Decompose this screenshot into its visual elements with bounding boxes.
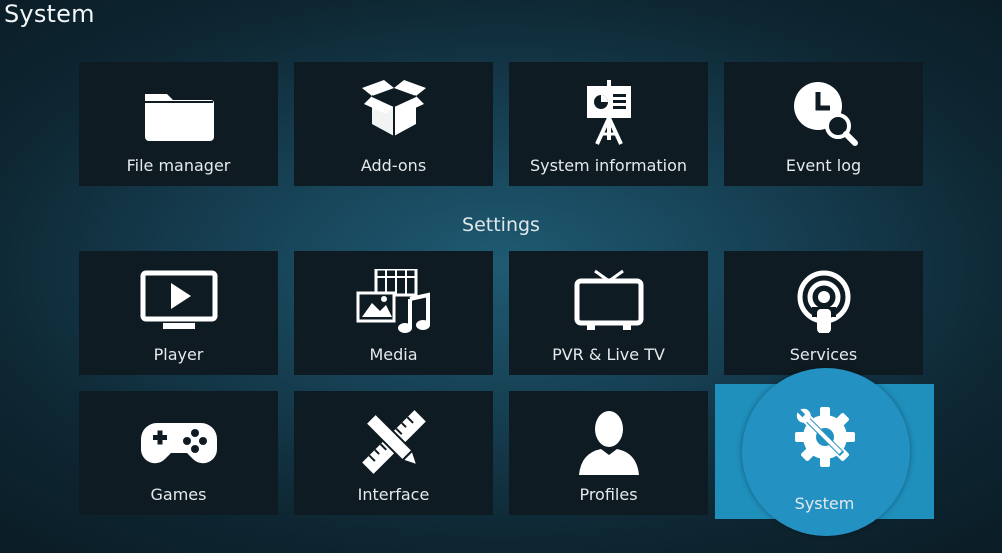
folder-icon — [139, 80, 219, 146]
tile-label: System — [794, 494, 855, 513]
tile-services[interactable]: Services — [724, 251, 923, 375]
tile-label: Games — [150, 485, 207, 504]
presentation-board-icon — [569, 80, 649, 146]
tile-label: Player — [153, 345, 204, 364]
tile-event-log[interactable]: Event log — [724, 62, 923, 186]
tile-label: Profiles — [579, 485, 638, 504]
tile-player[interactable]: Player — [79, 251, 278, 375]
pencil-ruler-icon — [354, 409, 434, 475]
tile-file-manager[interactable]: File manager — [79, 62, 278, 186]
open-box-icon — [354, 80, 434, 146]
user-silhouette-icon — [569, 409, 649, 475]
tile-add-ons[interactable]: Add-ons — [294, 62, 493, 186]
page-title: System — [4, 0, 95, 28]
tile-label: File manager — [126, 156, 231, 175]
tile-label: Interface — [357, 485, 430, 504]
tile-label: Media — [369, 345, 418, 364]
tile-system-information[interactable]: System information — [509, 62, 708, 186]
tile-label: Services — [789, 345, 858, 364]
tv-antenna-icon — [569, 269, 649, 335]
tile-label: PVR & Live TV — [552, 345, 665, 364]
tile-label: Add-ons — [360, 156, 427, 175]
monitor-play-icon — [139, 269, 219, 335]
gamepad-icon — [139, 409, 219, 475]
tile-profiles[interactable]: Profiles — [509, 391, 708, 515]
settings-heading: Settings — [462, 214, 540, 236]
tile-system[interactable]: System — [715, 368, 934, 536]
tile-label: Event log — [785, 156, 862, 175]
clock-search-icon — [784, 80, 864, 146]
tile-media[interactable]: Media — [294, 251, 493, 375]
tile-label: System information — [529, 156, 688, 175]
tile-pvr-live-tv[interactable]: PVR & Live TV — [509, 251, 708, 375]
tile-games[interactable]: Games — [79, 391, 278, 515]
tile-interface[interactable]: Interface — [294, 391, 493, 515]
podcast-broadcast-icon — [784, 269, 864, 335]
media-library-icon — [354, 269, 434, 335]
gear-wrench-icon — [785, 404, 865, 470]
